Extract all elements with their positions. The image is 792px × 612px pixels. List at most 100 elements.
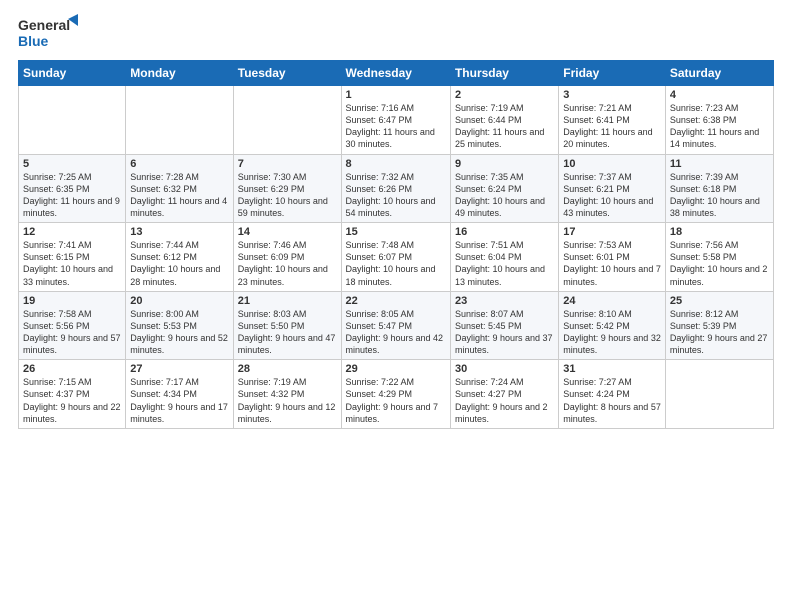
calendar-cell: 8Sunrise: 7:32 AM Sunset: 6:26 PM Daylig… [341, 154, 450, 223]
header: GeneralBlue [18, 10, 774, 54]
day-info: Sunrise: 8:12 AM Sunset: 5:39 PM Dayligh… [670, 308, 769, 357]
calendar-cell: 2Sunrise: 7:19 AM Sunset: 6:44 PM Daylig… [450, 86, 558, 155]
calendar-cell: 22Sunrise: 8:05 AM Sunset: 5:47 PM Dayli… [341, 291, 450, 360]
day-info: Sunrise: 7:19 AM Sunset: 4:32 PM Dayligh… [238, 376, 337, 425]
day-number: 4 [670, 89, 769, 101]
calendar-cell: 29Sunrise: 7:22 AM Sunset: 4:29 PM Dayli… [341, 360, 450, 429]
day-number: 28 [238, 363, 337, 375]
calendar-cell: 5Sunrise: 7:25 AM Sunset: 6:35 PM Daylig… [19, 154, 126, 223]
week-row-2: 5Sunrise: 7:25 AM Sunset: 6:35 PM Daylig… [19, 154, 774, 223]
day-number: 16 [455, 226, 554, 238]
week-row-1: 1Sunrise: 7:16 AM Sunset: 6:47 PM Daylig… [19, 86, 774, 155]
day-number: 22 [346, 295, 446, 307]
day-info: Sunrise: 8:05 AM Sunset: 5:47 PM Dayligh… [346, 308, 446, 357]
day-number: 14 [238, 226, 337, 238]
day-info: Sunrise: 7:37 AM Sunset: 6:21 PM Dayligh… [563, 171, 661, 220]
calendar-cell [126, 86, 233, 155]
week-row-4: 19Sunrise: 7:58 AM Sunset: 5:56 PM Dayli… [19, 291, 774, 360]
day-info: Sunrise: 7:46 AM Sunset: 6:09 PM Dayligh… [238, 239, 337, 288]
day-info: Sunrise: 7:27 AM Sunset: 4:24 PM Dayligh… [563, 376, 661, 425]
day-number: 24 [563, 295, 661, 307]
calendar-cell [665, 360, 773, 429]
calendar-cell: 4Sunrise: 7:23 AM Sunset: 6:38 PM Daylig… [665, 86, 773, 155]
calendar-cell: 31Sunrise: 7:27 AM Sunset: 4:24 PM Dayli… [559, 360, 666, 429]
calendar-cell: 6Sunrise: 7:28 AM Sunset: 6:32 PM Daylig… [126, 154, 233, 223]
day-info: Sunrise: 7:21 AM Sunset: 6:41 PM Dayligh… [563, 102, 661, 151]
day-info: Sunrise: 8:10 AM Sunset: 5:42 PM Dayligh… [563, 308, 661, 357]
day-info: Sunrise: 7:58 AM Sunset: 5:56 PM Dayligh… [23, 308, 121, 357]
weekday-header-sunday: Sunday [19, 61, 126, 86]
calendar-cell: 21Sunrise: 8:03 AM Sunset: 5:50 PM Dayli… [233, 291, 341, 360]
day-number: 19 [23, 295, 121, 307]
calendar-cell: 10Sunrise: 7:37 AM Sunset: 6:21 PM Dayli… [559, 154, 666, 223]
day-number: 3 [563, 89, 661, 101]
calendar-cell: 12Sunrise: 7:41 AM Sunset: 6:15 PM Dayli… [19, 223, 126, 292]
day-number: 2 [455, 89, 554, 101]
calendar-cell: 24Sunrise: 8:10 AM Sunset: 5:42 PM Dayli… [559, 291, 666, 360]
day-info: Sunrise: 7:22 AM Sunset: 4:29 PM Dayligh… [346, 376, 446, 425]
day-info: Sunrise: 7:53 AM Sunset: 6:01 PM Dayligh… [563, 239, 661, 288]
calendar-cell: 14Sunrise: 7:46 AM Sunset: 6:09 PM Dayli… [233, 223, 341, 292]
calendar-cell: 25Sunrise: 8:12 AM Sunset: 5:39 PM Dayli… [665, 291, 773, 360]
day-number: 17 [563, 226, 661, 238]
calendar-cell: 28Sunrise: 7:19 AM Sunset: 4:32 PM Dayli… [233, 360, 341, 429]
day-info: Sunrise: 8:03 AM Sunset: 5:50 PM Dayligh… [238, 308, 337, 357]
day-number: 13 [130, 226, 228, 238]
day-info: Sunrise: 7:24 AM Sunset: 4:27 PM Dayligh… [455, 376, 554, 425]
day-number: 30 [455, 363, 554, 375]
weekday-header-row: SundayMondayTuesdayWednesdayThursdayFrid… [19, 61, 774, 86]
calendar-cell: 1Sunrise: 7:16 AM Sunset: 6:47 PM Daylig… [341, 86, 450, 155]
calendar-cell: 11Sunrise: 7:39 AM Sunset: 6:18 PM Dayli… [665, 154, 773, 223]
day-info: Sunrise: 7:25 AM Sunset: 6:35 PM Dayligh… [23, 171, 121, 220]
day-number: 25 [670, 295, 769, 307]
day-info: Sunrise: 7:28 AM Sunset: 6:32 PM Dayligh… [130, 171, 228, 220]
day-number: 8 [346, 158, 446, 170]
day-number: 27 [130, 363, 228, 375]
day-info: Sunrise: 8:00 AM Sunset: 5:53 PM Dayligh… [130, 308, 228, 357]
calendar-cell: 13Sunrise: 7:44 AM Sunset: 6:12 PM Dayli… [126, 223, 233, 292]
calendar-cell: 19Sunrise: 7:58 AM Sunset: 5:56 PM Dayli… [19, 291, 126, 360]
calendar-cell: 27Sunrise: 7:17 AM Sunset: 4:34 PM Dayli… [126, 360, 233, 429]
day-info: Sunrise: 7:15 AM Sunset: 4:37 PM Dayligh… [23, 376, 121, 425]
day-info: Sunrise: 7:23 AM Sunset: 6:38 PM Dayligh… [670, 102, 769, 151]
day-info: Sunrise: 7:35 AM Sunset: 6:24 PM Dayligh… [455, 171, 554, 220]
day-info: Sunrise: 7:39 AM Sunset: 6:18 PM Dayligh… [670, 171, 769, 220]
calendar-cell: 26Sunrise: 7:15 AM Sunset: 4:37 PM Dayli… [19, 360, 126, 429]
calendar-cell: 23Sunrise: 8:07 AM Sunset: 5:45 PM Dayli… [450, 291, 558, 360]
calendar-cell: 3Sunrise: 7:21 AM Sunset: 6:41 PM Daylig… [559, 86, 666, 155]
calendar-cell: 20Sunrise: 8:00 AM Sunset: 5:53 PM Dayli… [126, 291, 233, 360]
calendar-cell: 9Sunrise: 7:35 AM Sunset: 6:24 PM Daylig… [450, 154, 558, 223]
weekday-header-wednesday: Wednesday [341, 61, 450, 86]
calendar-cell: 30Sunrise: 7:24 AM Sunset: 4:27 PM Dayli… [450, 360, 558, 429]
day-number: 31 [563, 363, 661, 375]
logo-svg: GeneralBlue [18, 14, 78, 54]
day-number: 26 [23, 363, 121, 375]
day-info: Sunrise: 7:48 AM Sunset: 6:07 PM Dayligh… [346, 239, 446, 288]
day-info: Sunrise: 7:17 AM Sunset: 4:34 PM Dayligh… [130, 376, 228, 425]
calendar-cell: 7Sunrise: 7:30 AM Sunset: 6:29 PM Daylig… [233, 154, 341, 223]
weekday-header-tuesday: Tuesday [233, 61, 341, 86]
day-info: Sunrise: 7:51 AM Sunset: 6:04 PM Dayligh… [455, 239, 554, 288]
calendar-cell [19, 86, 126, 155]
day-number: 21 [238, 295, 337, 307]
calendar-cell: 15Sunrise: 7:48 AM Sunset: 6:07 PM Dayli… [341, 223, 450, 292]
day-number: 7 [238, 158, 337, 170]
svg-text:Blue: Blue [18, 33, 49, 49]
day-info: Sunrise: 7:19 AM Sunset: 6:44 PM Dayligh… [455, 102, 554, 151]
day-number: 29 [346, 363, 446, 375]
day-number: 10 [563, 158, 661, 170]
day-info: Sunrise: 7:16 AM Sunset: 6:47 PM Dayligh… [346, 102, 446, 151]
calendar-cell [233, 86, 341, 155]
calendar-table: SundayMondayTuesdayWednesdayThursdayFrid… [18, 60, 774, 429]
day-number: 6 [130, 158, 228, 170]
day-info: Sunrise: 7:44 AM Sunset: 6:12 PM Dayligh… [130, 239, 228, 288]
day-number: 1 [346, 89, 446, 101]
logo: GeneralBlue [18, 14, 78, 54]
day-info: Sunrise: 7:32 AM Sunset: 6:26 PM Dayligh… [346, 171, 446, 220]
page: GeneralBlue SundayMondayTuesdayWednesday… [0, 0, 792, 612]
day-info: Sunrise: 7:56 AM Sunset: 5:58 PM Dayligh… [670, 239, 769, 288]
calendar-cell: 16Sunrise: 7:51 AM Sunset: 6:04 PM Dayli… [450, 223, 558, 292]
weekday-header-monday: Monday [126, 61, 233, 86]
day-info: Sunrise: 7:41 AM Sunset: 6:15 PM Dayligh… [23, 239, 121, 288]
day-number: 20 [130, 295, 228, 307]
